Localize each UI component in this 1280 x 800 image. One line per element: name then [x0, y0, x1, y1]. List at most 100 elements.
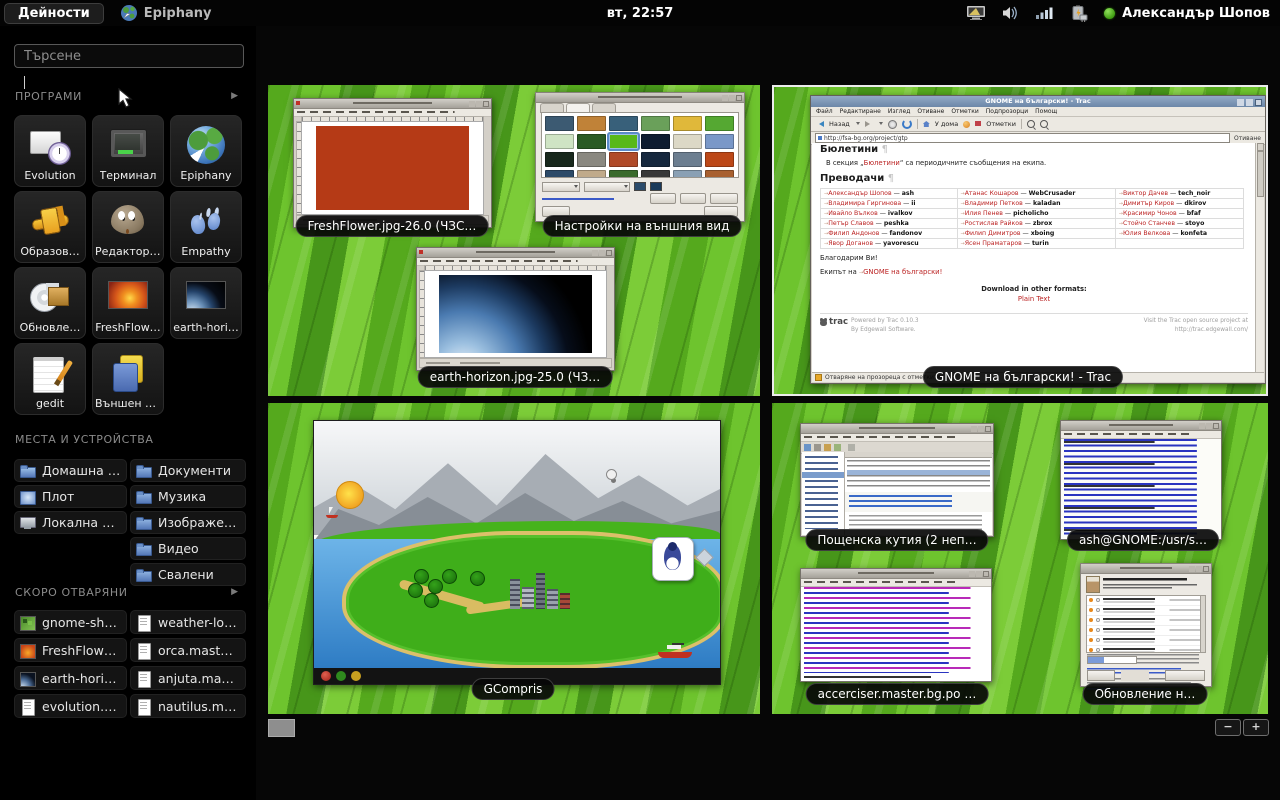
network-icon[interactable] [1036, 6, 1054, 20]
battery-icon[interactable] [1070, 5, 1088, 22]
place-item[interactable]: Видео [130, 537, 246, 560]
place-item[interactable]: Документи [130, 459, 246, 482]
window-terminal[interactable] [1060, 420, 1222, 540]
workspace-2-active[interactable]: GNOME на български! - Trac ФайлРедактира… [772, 85, 1268, 396]
zoom-in-icon [1027, 120, 1035, 128]
place-item[interactable]: Свалени [130, 563, 246, 586]
recent-item[interactable]: evolution.m… [14, 694, 127, 718]
translator-cell: →Виктор Дачев — tech_noir [1115, 189, 1243, 199]
home-icon [923, 121, 930, 127]
activities-button[interactable]: Дейности [4, 3, 104, 24]
wallpaper-thumb [673, 152, 702, 167]
recent-label: anjuta.mast… [158, 671, 240, 686]
window-gcompris[interactable] [313, 420, 721, 685]
app-icon [185, 276, 227, 318]
title-bar [417, 248, 614, 258]
menu-bar [801, 434, 993, 442]
app-tile[interactable]: Образов… [14, 191, 86, 263]
translator-cell: →Ясен Праматаров — turin [957, 239, 1115, 249]
translator-cell: →Илия Пенев — picholicho [957, 209, 1115, 219]
window-editor-po[interactable] [800, 568, 992, 682]
app-icon [29, 200, 71, 242]
mouse-cursor [118, 88, 135, 110]
window-gimp-earth[interactable] [416, 247, 615, 371]
app-tile[interactable]: Външен в… [92, 343, 164, 415]
workspace-indicator[interactable] [268, 719, 295, 737]
place-label: Музика [158, 489, 206, 504]
window-epiphany-trac[interactable]: GNOME на български! - Trac ФайлРедактира… [810, 95, 1266, 384]
place-item[interactable]: Локална мр… [14, 511, 127, 534]
app-tile[interactable]: Редактор … [92, 191, 164, 263]
place-item[interactable]: Музика [130, 485, 246, 508]
wallpaper-thumb [609, 134, 638, 149]
window-evolution-mail[interactable] [800, 423, 994, 537]
scrollbar [1200, 595, 1206, 653]
app-menu[interactable]: Epiphany [120, 4, 212, 22]
recent-item[interactable]: FreshFlower… [14, 638, 127, 662]
app-tile[interactable]: Обновле… [14, 267, 86, 339]
app-icon [29, 276, 71, 318]
workspace-1[interactable]: FreshFlower.jpg-26.0 (ЧЗС… Настройки на … [268, 85, 760, 396]
color-combo [584, 182, 630, 192]
recent-item[interactable]: gnome-shel… [14, 610, 127, 634]
history-icon [963, 121, 970, 128]
workspace-3[interactable]: GCompris [268, 403, 760, 714]
wallpaper-thumb [545, 170, 574, 178]
window-appearance[interactable] [535, 92, 745, 222]
window-gimp-flower[interactable] [293, 98, 492, 228]
display-icon[interactable] [966, 5, 986, 21]
folder-icon [136, 515, 152, 530]
title-bar [801, 569, 991, 579]
recent-item[interactable]: weather-loc… [130, 610, 246, 634]
status-icon [815, 374, 822, 381]
app-tile[interactable]: Epiphany [170, 115, 242, 187]
translator-cell: →Атанас Кошаров — WebCrusader [957, 189, 1115, 199]
style-combo [542, 182, 580, 192]
app-tile[interactable]: Терминал [92, 115, 164, 187]
app-label: Empathy [181, 245, 230, 262]
app-tile[interactable]: FreshFlow… [92, 267, 164, 339]
add-workspace-button[interactable]: + [1243, 719, 1269, 736]
programs-expand-icon[interactable]: ▶ [231, 91, 238, 101]
app-tile[interactable]: Evolution [14, 115, 86, 187]
user-menu[interactable]: Александър Шопов [1104, 6, 1270, 21]
recent-item[interactable]: anjuta.mast… [130, 666, 246, 690]
file-thumbnail-icon [20, 699, 36, 714]
translator-cell: →Филип Димитров — xboing [957, 229, 1115, 239]
window-caption: Пощенска кутия (2 неп… [805, 529, 988, 551]
translator-cell: →Владимир Петков — kaladan [957, 199, 1115, 209]
place-item[interactable]: Изображен… [130, 511, 246, 534]
recent-item[interactable]: earth-horizo… [14, 666, 127, 690]
app-label: Epiphany [180, 169, 231, 186]
workspace-4[interactable]: Пощенска кутия (2 неп… ash@GNOME:/usr/s…… [772, 403, 1268, 714]
app-icon [107, 276, 149, 318]
wallpaper-pane [541, 112, 739, 178]
place-label: Документи [158, 463, 231, 478]
top-bar: Дейности Epiphany вт, 22:57 [0, 0, 1280, 26]
sailboat [326, 507, 338, 519]
remove-workspace-button[interactable]: − [1215, 719, 1241, 736]
window-update-manager[interactable] [1080, 563, 1212, 687]
clock[interactable]: вт, 22:57 [607, 6, 674, 21]
place-label: Локална мр… [42, 515, 121, 530]
app-tile[interactable]: Empathy [170, 191, 242, 263]
menu-bar [801, 579, 991, 587]
app-tile[interactable]: gedit [14, 343, 86, 415]
bookmarks-label: Отметки [986, 120, 1016, 128]
wallpaper-thumb [545, 134, 574, 149]
search-input[interactable] [14, 44, 244, 68]
menu-item: Помощ [1035, 108, 1057, 115]
recent-expand-icon[interactable]: ▶ [231, 587, 238, 597]
wallpaper-thumb [705, 170, 734, 178]
package-row [1087, 636, 1202, 646]
zoom-out-icon [1040, 120, 1048, 128]
volume-icon[interactable] [1002, 5, 1020, 21]
wallpaper-thumb [577, 152, 606, 167]
app-tile[interactable]: earth-hori… [170, 267, 242, 339]
recent-item[interactable]: nautilus.mas… [130, 694, 246, 718]
heading-bulletins: Бюлетини [820, 144, 878, 155]
place-item[interactable]: Домашна п… [14, 459, 127, 482]
team-text: Екипът на →GNOME на български! [820, 268, 1248, 276]
place-item[interactable]: Плот [14, 485, 127, 508]
recent-item[interactable]: orca.master.… [130, 638, 246, 662]
